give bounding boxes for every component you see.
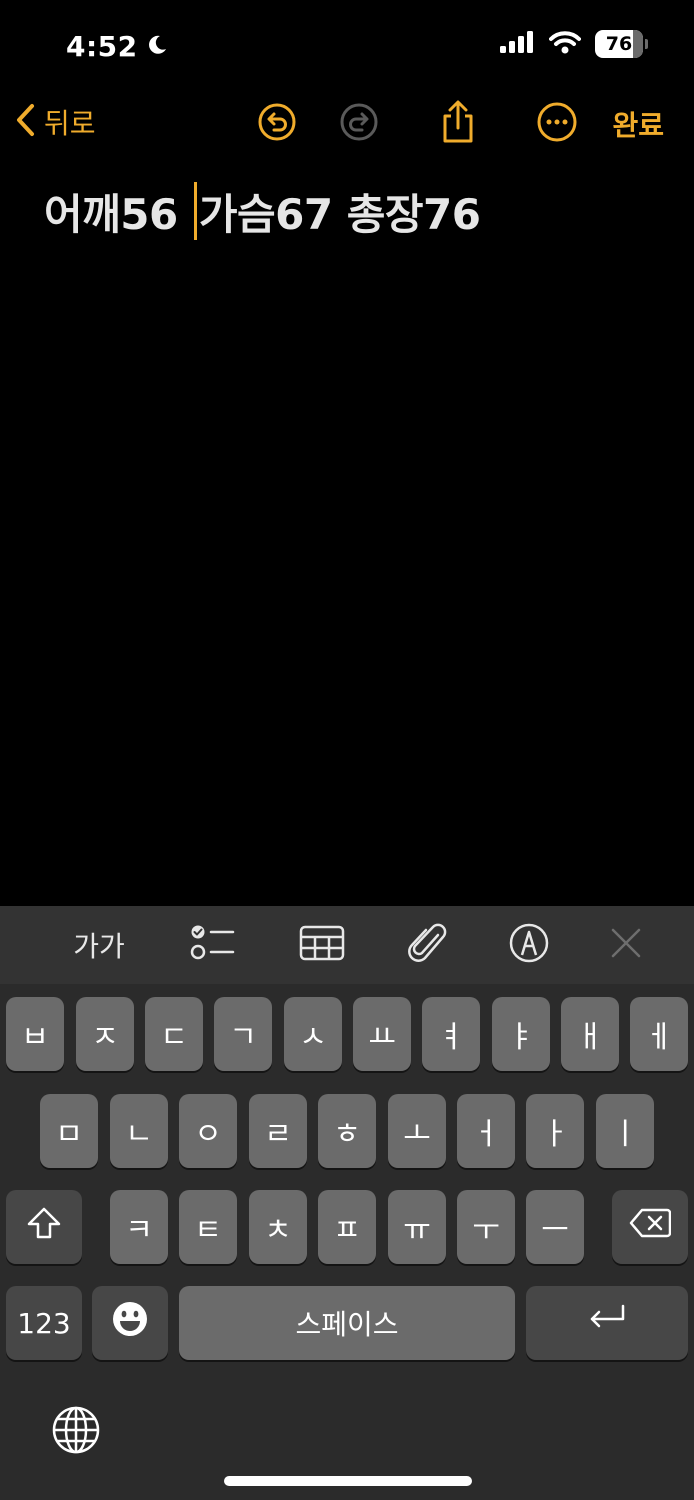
undo-icon (257, 102, 297, 146)
key[interactable]: ㅣ (596, 1094, 654, 1168)
key[interactable]: ㅏ (526, 1094, 584, 1168)
key[interactable]: ㅐ (561, 997, 619, 1071)
moon-icon (146, 34, 168, 60)
key[interactable]: ㅗ (388, 1094, 446, 1168)
more-button[interactable] (535, 102, 579, 146)
key[interactable]: ㅌ (179, 1190, 237, 1264)
attachment-button[interactable] (404, 922, 452, 968)
key[interactable]: ㅋ (110, 1190, 168, 1264)
key[interactable]: ㅈ (76, 997, 134, 1071)
more-icon (536, 101, 578, 147)
key[interactable]: ㄱ (214, 997, 272, 1071)
key[interactable]: ㅎ (318, 1094, 376, 1168)
key[interactable]: ㄹ (249, 1094, 307, 1168)
key[interactable]: ㄷ (145, 997, 203, 1071)
undo-button[interactable] (255, 102, 299, 146)
key[interactable]: ㅡ (526, 1190, 584, 1264)
note-editor[interactable]: 어깨56 가슴67 총장76 (44, 176, 664, 246)
time-group: 4:52 (66, 30, 168, 63)
battery-icon: 76 (595, 30, 648, 58)
note-text-after-cursor: 가슴67 총장76 (198, 189, 481, 239)
format-label: 가가 (73, 930, 125, 963)
status-time: 4:52 (66, 30, 138, 63)
share-icon (438, 99, 478, 149)
redo-button[interactable] (337, 102, 381, 146)
wifi-icon (549, 30, 581, 58)
table-button[interactable] (296, 922, 348, 968)
space-key[interactable]: 스페이스 (179, 1286, 515, 1360)
key[interactable]: ㅑ (492, 997, 550, 1071)
key[interactable]: ㅂ (6, 997, 64, 1071)
note-text-before-cursor: 어깨56 (44, 189, 192, 239)
checklist-icon (188, 923, 236, 967)
close-icon (610, 927, 642, 963)
emoji-icon (111, 1300, 149, 1346)
key[interactable]: ㅇ (179, 1094, 237, 1168)
delete-key[interactable] (612, 1190, 688, 1264)
redo-icon (339, 102, 379, 146)
status-indicators: 76 (499, 30, 648, 58)
key[interactable]: ㄴ (110, 1094, 168, 1168)
markup-button[interactable] (506, 922, 552, 968)
checklist-button[interactable] (186, 922, 238, 968)
return-icon (587, 1303, 627, 1343)
markup-pen-icon (508, 922, 550, 968)
close-toolbar-button[interactable] (606, 922, 646, 968)
key[interactable]: ㅓ (457, 1094, 515, 1168)
home-indicator[interactable] (224, 1476, 472, 1486)
key[interactable]: ㅅ (284, 997, 342, 1071)
signal-icon (499, 30, 535, 58)
globe-icon (50, 1406, 102, 1460)
back-button[interactable]: 뒤로 (14, 102, 96, 142)
table-icon (298, 924, 346, 966)
done-button[interactable]: 완료 (612, 104, 664, 144)
space-key-label: 스페이스 (295, 1308, 399, 1341)
key[interactable]: ㅕ (422, 997, 480, 1071)
keyboard-toolbar: 가가 (0, 906, 694, 984)
share-button[interactable] (436, 99, 480, 149)
note-nav-bar: 뒤로 완료 (0, 96, 694, 156)
key[interactable]: ㅠ (388, 1190, 446, 1264)
key[interactable]: ㅁ (40, 1094, 98, 1168)
emoji-key[interactable] (92, 1286, 168, 1360)
paperclip-icon (408, 921, 448, 969)
keyboard: 가가 ㅂ ㅈ ㄷ ㄱ ㅅ ㅛ ㅕ ㅑ ㅐ ㅔ ㅁ ㄴ ㅇ ㄹ ㅎ ㅗ ㅓ ㅏ ㅣ… (0, 906, 694, 1500)
key[interactable]: ㅊ (249, 1190, 307, 1264)
shift-key[interactable] (6, 1190, 82, 1264)
numbers-key-label: 123 (17, 1306, 71, 1340)
key[interactable]: ㅜ (457, 1190, 515, 1264)
shift-icon (26, 1205, 62, 1249)
back-label: 뒤로 (44, 107, 96, 140)
key[interactable]: ㅍ (318, 1190, 376, 1264)
globe-button[interactable] (50, 1404, 102, 1456)
chevron-left-icon (14, 102, 36, 142)
key[interactable]: ㅛ (353, 997, 411, 1071)
text-cursor (193, 182, 197, 240)
return-key[interactable] (526, 1286, 688, 1360)
delete-icon (629, 1207, 672, 1247)
numbers-key[interactable]: 123 (6, 1286, 82, 1360)
battery-level: 76 (605, 33, 633, 55)
format-button[interactable]: 가가 (64, 922, 134, 968)
key[interactable]: ㅔ (630, 997, 688, 1071)
status-bar: 4:52 76 (0, 0, 694, 90)
